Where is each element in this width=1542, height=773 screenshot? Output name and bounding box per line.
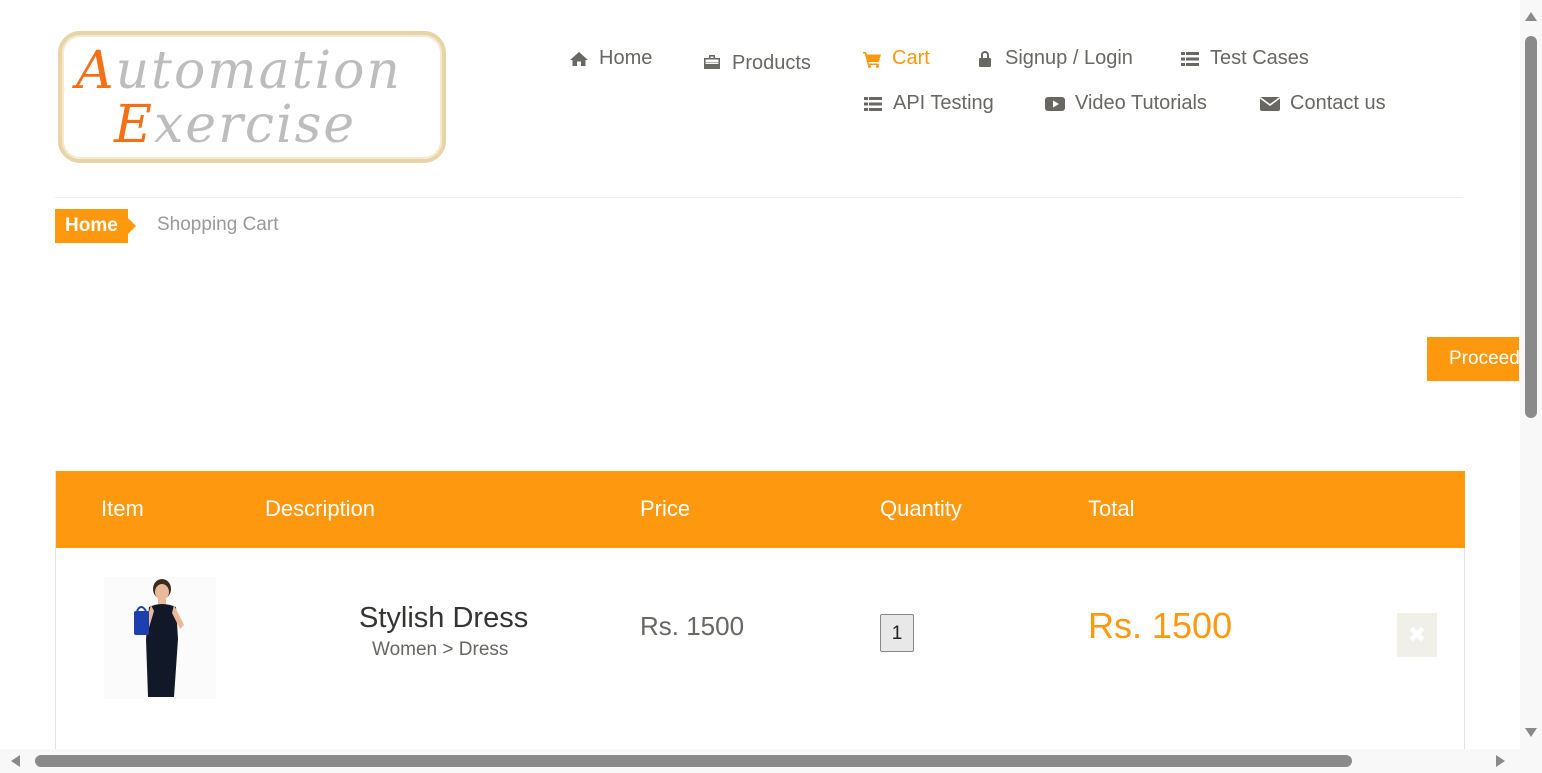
- vertical-scrollbar[interactable]: [1520, 0, 1542, 749]
- product-name-link[interactable]: Stylish Dress: [359, 602, 528, 635]
- scroll-left-arrow-icon[interactable]: [11, 755, 20, 767]
- delete-item-button[interactable]: ✖: [1397, 613, 1437, 657]
- breadcrumb-current: Shopping Cart: [157, 214, 279, 235]
- cart-table: Item Description Price Quantity Total St…: [55, 471, 1465, 761]
- nav-cart[interactable]: Cart: [862, 47, 930, 70]
- list-icon: [1181, 51, 1199, 66]
- product-category: Women > Dress: [372, 639, 509, 660]
- nav-products[interactable]: Products: [702, 48, 811, 75]
- proceed-to-checkout-button[interactable]: Proceed: [1427, 337, 1519, 381]
- logo-line-2: Exercise: [114, 95, 357, 155]
- horizontal-scroll-thumb[interactable]: [35, 755, 1352, 767]
- lock-icon: [979, 50, 991, 67]
- nav-api-testing[interactable]: API Testing: [863, 92, 994, 115]
- scrollbar-corner: [1520, 749, 1542, 773]
- header-total: Total: [1088, 496, 1135, 521]
- nav-video-tutorials[interactable]: Video Tutorials: [1045, 92, 1207, 115]
- header-divider: [55, 197, 1463, 198]
- product-price: Rs. 1500: [640, 611, 745, 641]
- envelope-icon: [1260, 96, 1280, 111]
- nav-signup-login-label: Signup / Login: [1005, 47, 1133, 69]
- logo-line-1: Automation: [76, 41, 402, 101]
- nav-contact-us[interactable]: Contact us: [1260, 92, 1386, 115]
- list-icon: [864, 96, 882, 111]
- nav-home-label: Home: [599, 47, 653, 69]
- header-item: Item: [101, 496, 144, 521]
- nav-cart-label: Cart: [892, 47, 930, 69]
- horizontal-scrollbar[interactable]: [0, 749, 1520, 773]
- home-icon: [570, 51, 588, 66]
- nav-test-cases-label: Test Cases: [1210, 47, 1309, 69]
- scroll-down-arrow-icon[interactable]: [1525, 728, 1537, 737]
- nav-video-tutorials-label: Video Tutorials: [1075, 92, 1207, 114]
- header-description: Description: [265, 496, 376, 521]
- site-logo[interactable]: Automation Exercise: [58, 31, 446, 163]
- breadcrumb-home[interactable]: Home: [55, 209, 136, 243]
- nav-products-label: Products: [732, 52, 811, 74]
- cart-table-header: Item Description Price Quantity Total: [56, 471, 1465, 548]
- nav-contact-us-label: Contact us: [1290, 92, 1386, 114]
- shopping-cart-icon: [863, 51, 881, 68]
- scroll-right-arrow-icon[interactable]: [1496, 755, 1505, 767]
- nav-api-testing-label: API Testing: [893, 92, 994, 114]
- nav-home[interactable]: Home: [569, 47, 652, 70]
- youtube-play-icon: [1045, 96, 1065, 111]
- product-total: Rs. 1500: [1088, 605, 1233, 646]
- scroll-up-arrow-icon[interactable]: [1525, 12, 1537, 21]
- product-image[interactable]: [104, 577, 216, 699]
- header-price: Price: [640, 496, 691, 521]
- header-quantity: Quantity: [880, 496, 962, 521]
- woman-dress-photo: [134, 579, 184, 697]
- quantity-button[interactable]: 1: [880, 614, 914, 652]
- nav-signup-login[interactable]: Signup / Login: [975, 47, 1133, 70]
- briefcase-icon: [704, 54, 720, 69]
- close-icon: ✖: [1407, 622, 1427, 647]
- vertical-scroll-thumb[interactable]: [1525, 36, 1537, 418]
- nav-test-cases[interactable]: Test Cases: [1180, 47, 1309, 70]
